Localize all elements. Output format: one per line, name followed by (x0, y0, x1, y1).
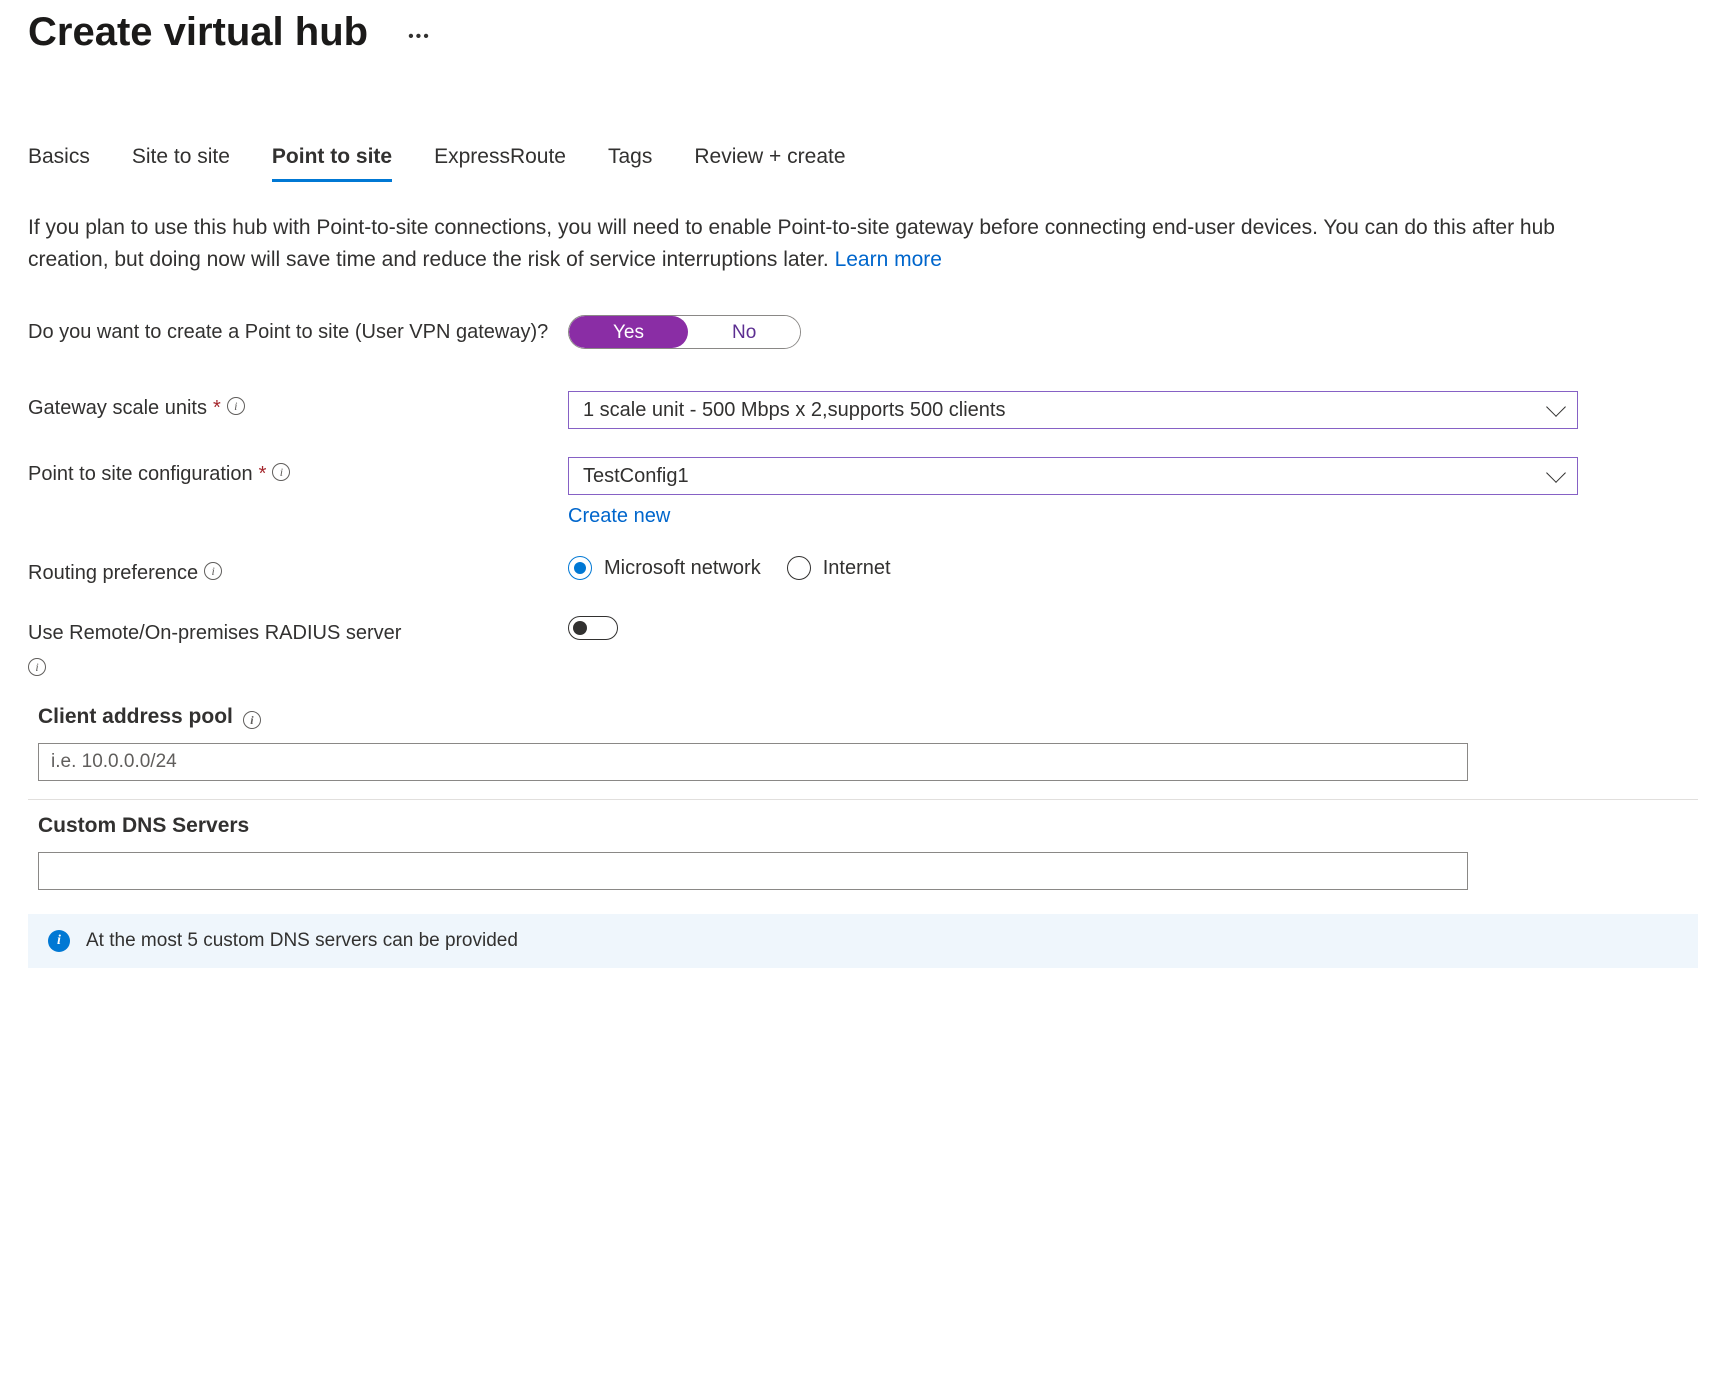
info-icon[interactable]: i (28, 658, 46, 676)
intro-text: If you plan to use this hub with Point-t… (28, 212, 1578, 275)
info-icon[interactable]: i (272, 463, 290, 481)
info-icon[interactable]: i (227, 397, 245, 415)
routing-pref-internet-label: Internet (823, 557, 891, 580)
page-title: Create virtual hub (28, 10, 368, 55)
dns-banner-text: At the most 5 custom DNS servers can be … (86, 930, 518, 952)
routing-pref-ms[interactable]: Microsoft network (568, 556, 761, 580)
required-asterisk: * (213, 394, 221, 423)
radius-label: Use Remote/On-premises RADIUS server i (28, 616, 568, 677)
p2s-config-label: Point to site configuration * i (28, 457, 568, 489)
radio-icon (787, 556, 811, 580)
routing-pref-label-text: Routing preference (28, 559, 198, 588)
chevron-down-icon (1546, 397, 1566, 417)
p2s-gateway-label: Do you want to create a Point to site (U… (28, 315, 568, 347)
routing-pref-ms-label: Microsoft network (604, 557, 761, 580)
radius-switch[interactable] (568, 616, 618, 640)
p2s-config-dropdown[interactable]: TestConfig1 (568, 457, 1578, 495)
scale-units-label: Gateway scale units * i (28, 391, 568, 423)
tab-tags[interactable]: Tags (608, 145, 652, 182)
info-icon: i (48, 930, 70, 952)
dns-heading: Custom DNS Servers (38, 814, 1698, 838)
p2s-gateway-no[interactable]: No (688, 316, 800, 348)
scale-units-dropdown[interactable]: 1 scale unit - 500 Mbps x 2,supports 500… (568, 391, 1578, 429)
tab-expressroute[interactable]: ExpressRoute (434, 145, 566, 182)
scale-units-label-text: Gateway scale units (28, 394, 207, 423)
tab-review-create[interactable]: Review + create (694, 145, 845, 182)
dns-info-banner: i At the most 5 custom DNS servers can b… (28, 914, 1698, 968)
p2s-gateway-yes[interactable]: Yes (569, 316, 688, 348)
more-actions-icon[interactable]: ••• (408, 20, 431, 46)
p2s-config-value: TestConfig1 (583, 465, 689, 488)
info-icon[interactable]: i (243, 711, 261, 729)
routing-pref-group: Microsoft network Internet (568, 556, 1578, 580)
create-new-link[interactable]: Create new (568, 505, 1578, 528)
tab-basics[interactable]: Basics (28, 145, 90, 182)
radio-icon (568, 556, 592, 580)
divider (28, 799, 1698, 800)
client-pool-input[interactable] (38, 743, 1468, 781)
client-pool-heading: Client address pool i (38, 705, 1698, 729)
dns-heading-text: Custom DNS Servers (38, 814, 249, 838)
learn-more-link[interactable]: Learn more (835, 248, 942, 271)
tab-point-to-site[interactable]: Point to site (272, 145, 392, 182)
client-pool-heading-text: Client address pool (38, 705, 233, 729)
radius-label-text: Use Remote/On-premises RADIUS server (28, 622, 401, 644)
routing-pref-label: Routing preference i (28, 556, 568, 588)
info-icon[interactable]: i (204, 562, 222, 580)
required-asterisk: * (259, 460, 267, 489)
intro-body: If you plan to use this hub with Point-t… (28, 216, 1555, 271)
routing-pref-internet[interactable]: Internet (787, 556, 891, 580)
tabs: Basics Site to site Point to site Expres… (28, 145, 1698, 182)
dns-input[interactable] (38, 852, 1468, 890)
tab-site-to-site[interactable]: Site to site (132, 145, 230, 182)
chevron-down-icon (1546, 463, 1566, 483)
scale-units-value: 1 scale unit - 500 Mbps x 2,supports 500… (583, 399, 1005, 422)
p2s-config-label-text: Point to site configuration (28, 460, 253, 489)
p2s-gateway-toggle[interactable]: Yes No (568, 315, 801, 349)
